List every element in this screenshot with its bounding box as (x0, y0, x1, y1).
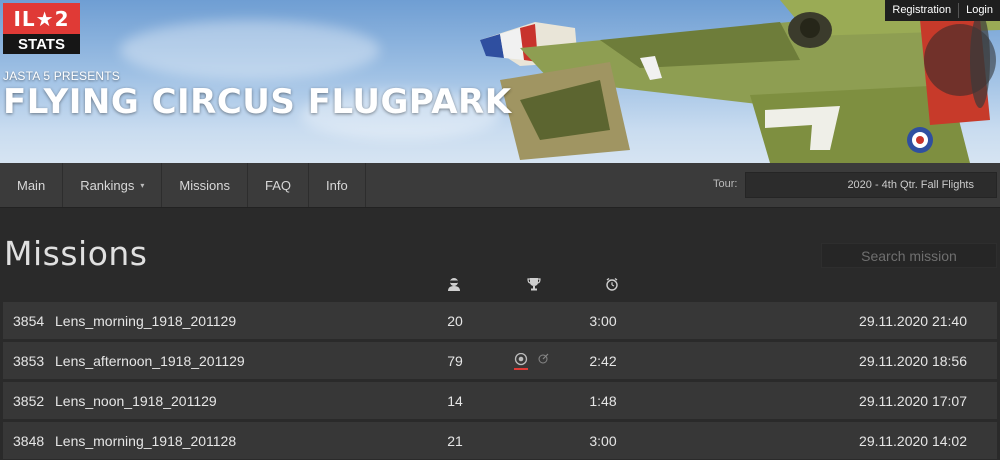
target-icon (514, 353, 528, 370)
mission-date: 29.11.2020 21:40 (859, 313, 967, 329)
mission-players: 79 (447, 353, 463, 369)
mission-name: Lens_morning_1918_201128 (55, 433, 237, 449)
missions-table: 3854 Lens_morning_1918_201129 20 3:00 29… (3, 302, 997, 460)
stopwatch-icon (606, 277, 618, 291)
mission-date: 29.11.2020 17:07 (859, 393, 967, 409)
table-row[interactable]: 3853 Lens_afternoon_1918_201129 79 2:42 … (3, 342, 997, 379)
nav-item-rankings[interactable]: Rankings ▾ (63, 163, 163, 207)
objectives-indicator (514, 353, 549, 371)
site-title: FLYING CIRCUS FLUGPARK (3, 82, 512, 122)
mission-id: 3852 (13, 393, 45, 409)
chevron-down-icon: ▾ (140, 180, 145, 190)
cloud-decoration (120, 20, 380, 80)
nav-item-label: Info (326, 177, 348, 193)
mission-players: 14 (447, 393, 463, 409)
mission-id: 3853 (13, 353, 45, 369)
nav-item-label: Missions (179, 177, 230, 193)
mission-duration: 3:00 (589, 313, 617, 329)
nav-item-faq[interactable]: FAQ (248, 163, 309, 207)
registration-link[interactable]: Registration (885, 0, 958, 21)
nav-item-label: Rankings (80, 177, 135, 193)
nav-item-label: Main (17, 177, 46, 193)
logo-subtitle: STATS (3, 34, 80, 54)
mission-id: 3854 (13, 313, 45, 329)
logo-title: IL★2 (3, 3, 80, 34)
airplane-illustration (480, 0, 1000, 163)
mission-name: Lens_noon_1918_201129 (55, 393, 217, 409)
main-nav: Main Rankings ▾ Missions FAQ Info Tour: … (0, 163, 1000, 208)
nav-item-missions[interactable]: Missions (162, 163, 248, 207)
crosshair-icon (538, 353, 549, 364)
login-link[interactable]: Login (959, 0, 1000, 21)
mission-date: 29.11.2020 18:56 (859, 353, 967, 369)
header-banner: IL★2 STATS JASTA 5 PRESENTS FLYING CIRCU… (0, 0, 1000, 163)
mission-duration: 1:48 (589, 393, 617, 409)
mission-id: 3848 (13, 433, 45, 449)
presents-text: JASTA 5 PRESENTS (3, 69, 121, 83)
pilot-icon (448, 278, 460, 291)
nav-item-main[interactable]: Main (0, 163, 64, 207)
mission-name: Lens_morning_1918_201129 (55, 313, 237, 329)
search-input[interactable] (821, 243, 997, 268)
table-row[interactable]: 3854 Lens_morning_1918_201129 20 3:00 29… (3, 302, 997, 339)
page-title: Missions (4, 234, 148, 273)
table-row[interactable]: 3852 Lens_noon_1918_201129 14 1:48 29.11… (3, 382, 997, 419)
mission-name: Lens_afternoon_1918_201129 (55, 353, 245, 369)
auth-links: Registration Login (885, 0, 1000, 21)
tour-select[interactable]: 2020 - 4th Qtr. Fall Flights (745, 172, 997, 198)
trophy-icon (527, 278, 541, 291)
mission-players: 20 (447, 313, 463, 329)
mission-date: 29.11.2020 14:02 (859, 433, 967, 449)
tour-select-value: 2020 - 4th Qtr. Fall Flights (847, 179, 974, 191)
mission-duration: 2:42 (589, 353, 617, 369)
nav-item-label: FAQ (264, 177, 291, 193)
mission-players: 21 (447, 433, 463, 449)
site-logo[interactable]: IL★2 STATS (3, 3, 80, 54)
mission-duration: 3:00 (589, 433, 617, 449)
table-row[interactable]: 3848 Lens_morning_1918_201128 21 3:00 29… (3, 422, 997, 459)
nav-item-info[interactable]: Info (309, 163, 366, 207)
tour-label: Tour: (713, 178, 738, 190)
